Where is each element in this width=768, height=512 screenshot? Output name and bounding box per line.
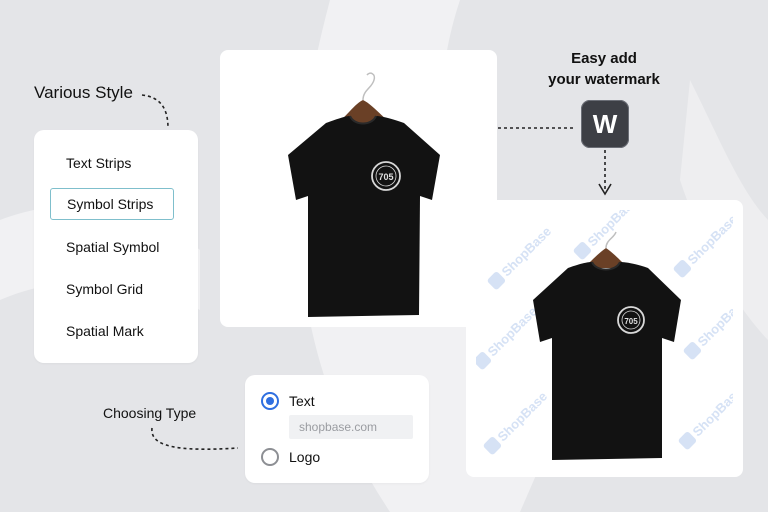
- text-radio-label[interactable]: Text: [289, 393, 315, 409]
- tshirt-icon: 705: [288, 72, 440, 317]
- logo-radio[interactable]: [261, 448, 279, 466]
- original-photo: 705: [230, 60, 487, 317]
- easy-add-watermark-label: Easy add your watermark: [528, 48, 680, 90]
- easy-add-line1: Easy add: [571, 50, 637, 67]
- style-option-spatial-mark[interactable]: Spatial Mark: [50, 315, 174, 347]
- watermarked-photo: ShopBase ShopBase ShopBase ShopBase Shop…: [476, 210, 733, 467]
- style-list-card: Text Strips Symbol Strips Spatial Symbol…: [34, 130, 198, 363]
- tshirt-icon: 705: [533, 231, 681, 460]
- various-style-label: Various Style: [34, 83, 133, 102]
- choosing-type-label: Choosing Type: [103, 405, 197, 421]
- hanger-icon: [338, 72, 390, 123]
- logo-radio-label[interactable]: Logo: [289, 449, 320, 465]
- type-selector-card: Text shopbase.com Logo: [245, 375, 429, 483]
- shirt-print-text: 705: [378, 172, 393, 182]
- original-photo-card: 705: [220, 50, 497, 327]
- style-option-spatial-symbol[interactable]: Spatial Symbol: [50, 231, 174, 263]
- watermark-text-input[interactable]: shopbase.com: [289, 415, 413, 439]
- style-option-symbol-strips[interactable]: Symbol Strips: [50, 188, 174, 220]
- easy-add-line2: your watermark: [548, 71, 660, 88]
- shirt-print-text: 705: [624, 317, 638, 326]
- style-option-symbol-grid[interactable]: Symbol Grid: [50, 273, 174, 305]
- watermark-w-icon[interactable]: W: [581, 100, 629, 148]
- style-option-text-strips[interactable]: Text Strips: [50, 147, 174, 179]
- watermarked-photo-card: ShopBase ShopBase ShopBase ShopBase Shop…: [466, 200, 743, 477]
- text-radio[interactable]: [261, 392, 279, 410]
